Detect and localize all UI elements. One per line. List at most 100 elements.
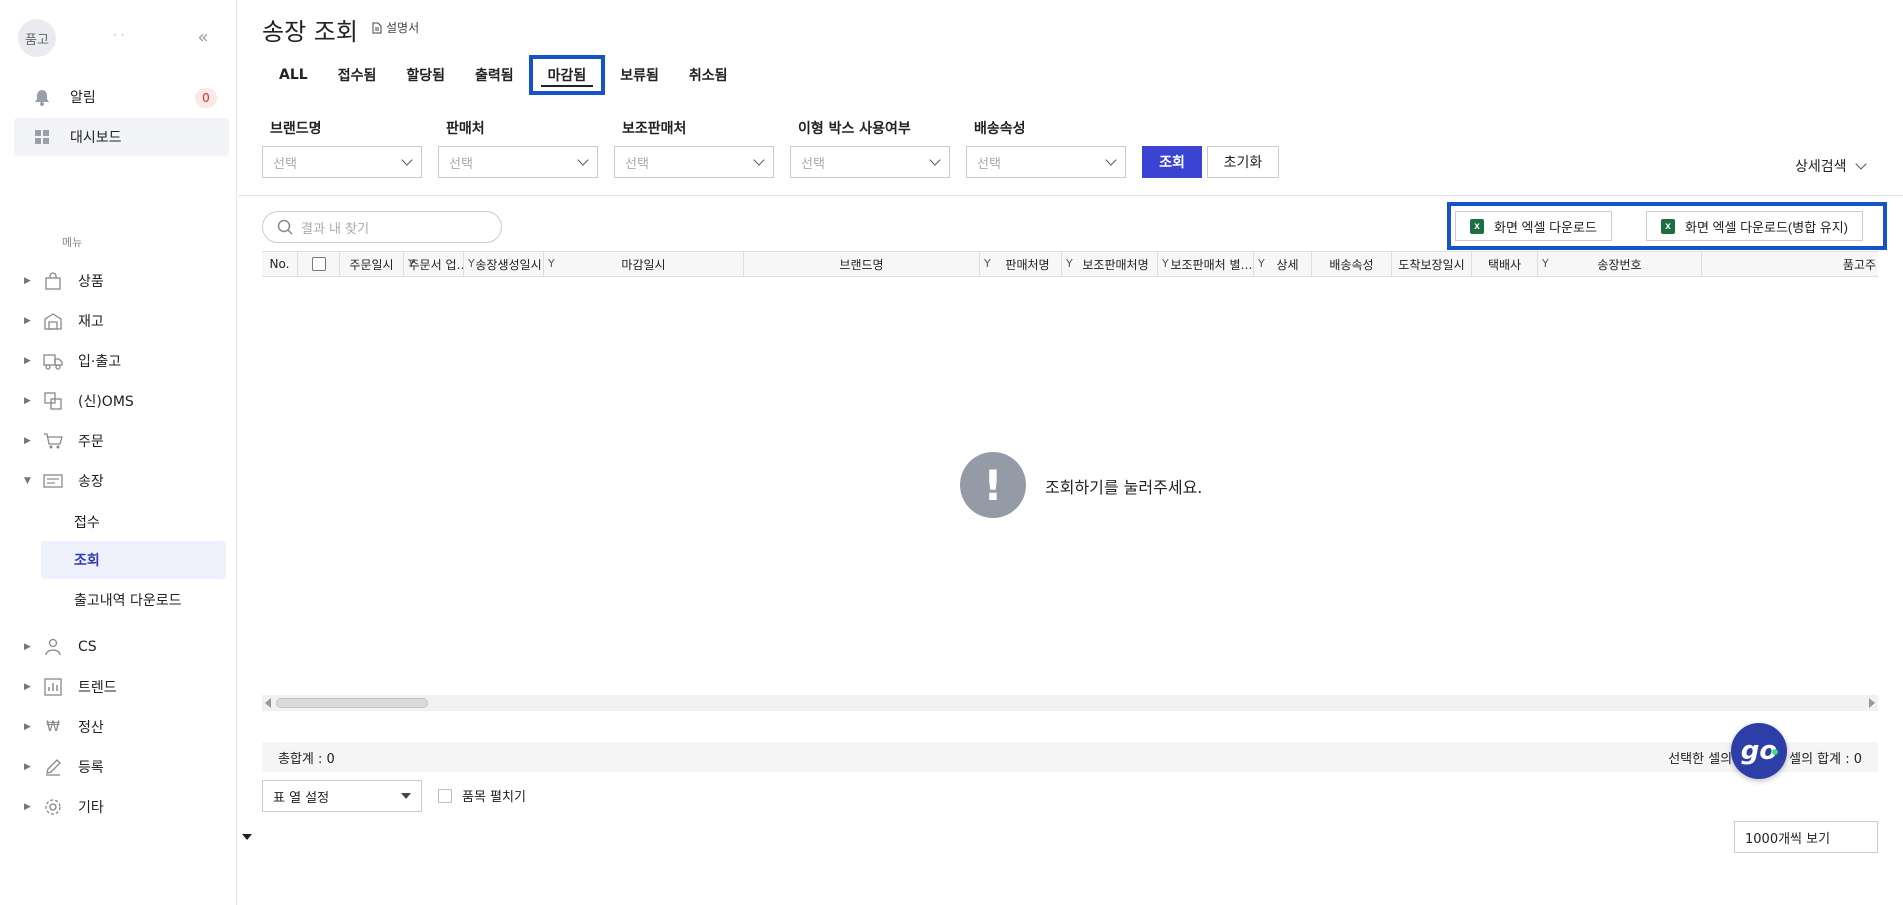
sidebar-item-dashboard[interactable]: 대시보드 (14, 118, 229, 156)
column-header-no[interactable]: No. (262, 252, 298, 276)
column-header-arrival-guarantee[interactable]: 도착보장일시 (1392, 252, 1472, 276)
horizontal-scrollbar[interactable] (262, 695, 1878, 711)
column-header-poomgo-code[interactable]: 품고주 (1702, 252, 1878, 276)
tab-allocated[interactable]: 할당됨 (391, 55, 460, 95)
column-header-sub-seller[interactable]: Y 보조판매처명 (1062, 252, 1158, 276)
select-placeholder: 선택 (801, 156, 825, 172)
filter-icon[interactable]: Y (1542, 257, 1549, 270)
scrollbar-thumb[interactable] (276, 698, 428, 708)
irregular-box-select[interactable]: 선택 (790, 146, 950, 178)
expand-items-toggle[interactable]: 품목 펼치기 (438, 786, 526, 805)
column-header-delivery-attribute[interactable]: 배송속성 (1312, 252, 1392, 276)
excel-download-button[interactable]: x 화면 엑셀 다운로드 (1455, 211, 1612, 241)
invoice-icon (42, 473, 64, 489)
tab-printed[interactable]: 출력됨 (460, 55, 529, 95)
sidebar-item-trend[interactable]: ▶ 트렌드 (0, 672, 236, 702)
brand-select[interactable]: 선택 (262, 146, 422, 178)
column-header-select-all (298, 252, 340, 276)
sidebar-subitem-receive[interactable]: 접수 (41, 503, 226, 541)
sidebar-item-products[interactable]: ▶ 상품 (0, 266, 236, 296)
cart-icon (42, 432, 64, 450)
sidebar: 품고 · · « 알림 0 대시보드 메뉴 ▶ 상품 ▶ 재고 ▶ 입·출고 ▶… (0, 0, 237, 905)
caret-down-icon (401, 793, 411, 799)
avatar[interactable]: 품고 (18, 19, 56, 57)
find-placeholder: 결과 내 찾기 (301, 221, 370, 237)
tab-all[interactable]: ALL (264, 55, 323, 95)
sidebar-item-etc[interactable]: ▶ 기타 (0, 792, 236, 822)
sidebar-item-notifications[interactable]: 알림 0 (14, 78, 229, 116)
caret-right-icon: ▶ (24, 396, 31, 406)
filter-label: 보조판매처 (622, 121, 687, 137)
search-icon (277, 219, 293, 235)
seller-select[interactable]: 선택 (438, 146, 598, 178)
sub-seller-select[interactable]: 선택 (614, 146, 774, 178)
column-header-courier[interactable]: 택배사 (1472, 252, 1538, 276)
manual-link[interactable]: 설명서 (372, 19, 419, 36)
sidebar-item-inventory[interactable]: ▶ 재고 (0, 306, 236, 336)
sidebar-item-orders[interactable]: ▶ 주문 (0, 426, 236, 456)
expand-items-label: 품목 펼치기 (462, 790, 526, 805)
column-header-label: No. (269, 257, 290, 271)
filter-sub-seller: 보조판매처 선택 (614, 118, 774, 178)
column-header-sub-seller-alias[interactable]: Y 보조판매처 별… (1158, 252, 1254, 276)
column-header-detail[interactable]: Y 상세 (1254, 252, 1312, 276)
column-header-closing-date[interactable]: Y 마감일시 (544, 252, 744, 276)
tab-cancelled[interactable]: 취소됨 (674, 55, 743, 95)
find-in-results-input[interactable]: 결과 내 찾기 (262, 211, 502, 243)
column-header-seller[interactable]: Y 판매처명 (980, 252, 1062, 276)
column-header-brand[interactable]: 브랜드명 (744, 252, 980, 276)
filter-icon[interactable]: Y (1066, 257, 1073, 270)
sidebar-item-inbound-outbound[interactable]: ▶ 입·출고 (0, 346, 236, 376)
select-placeholder: 선택 (449, 156, 473, 172)
sidebar-item-new-oms[interactable]: ▶ (신)OMS (0, 386, 236, 416)
sidebar-item-cs[interactable]: ▶ CS (0, 632, 236, 662)
caret-down-icon[interactable] (242, 834, 252, 840)
column-settings-label: 표 열 설정 (273, 790, 330, 806)
page-size-select[interactable]: 1000개씩 보기 (1734, 821, 1878, 853)
won-icon: ₩ (46, 719, 60, 735)
sidebar-item-invoice[interactable]: ▼ 송장 (0, 466, 236, 496)
column-header-label: 송장생성일시 (475, 257, 542, 272)
filter-icon[interactable]: Y (548, 257, 555, 270)
sidebar-item-label: 주문 (78, 434, 104, 450)
select-all-checkbox[interactable] (311, 257, 326, 271)
reset-button[interactable]: 초기화 (1207, 146, 1279, 178)
filter-icon[interactable]: Y (1162, 257, 1169, 270)
sidebar-item-label: CS (78, 639, 97, 655)
filter-icon[interactable]: Y (984, 257, 991, 270)
chevron-down-icon (753, 154, 765, 166)
filter-icon[interactable]: Y (468, 257, 475, 270)
excel-download-merged-button[interactable]: x 화면 엑셀 다운로드(병합 유지) (1646, 211, 1864, 241)
sidebar-subitem-search[interactable]: 조회 (41, 541, 226, 579)
column-settings-select[interactable]: 표 열 설정 (262, 780, 422, 812)
tab-received[interactable]: 접수됨 (323, 55, 392, 95)
filter-icon[interactable]: Y (408, 257, 415, 270)
column-header-invoice-number[interactable]: Y 송장번호 (1538, 252, 1702, 276)
scroll-left-arrow-icon[interactable] (265, 698, 271, 708)
detail-search-toggle[interactable]: 상세검색 (1795, 156, 1867, 176)
scroll-right-arrow-icon[interactable] (1869, 698, 1875, 708)
search-button[interactable]: 조회 (1142, 146, 1202, 178)
chevron-down-icon (401, 154, 413, 166)
filter-icon[interactable]: Y (1258, 257, 1265, 270)
column-header-label: 택배사 (1487, 257, 1522, 272)
excel-download-label: 화면 엑셀 다운로드 (1494, 219, 1597, 235)
sidebar-item-settlement[interactable]: ▶ ₩ 정산 (0, 712, 236, 742)
manual-label: 설명서 (386, 21, 420, 35)
caret-right-icon: ▶ (24, 682, 31, 692)
chat-bot-button[interactable]: go (1731, 723, 1787, 779)
column-header-invoice-created[interactable]: Y 송장생성일시 (464, 252, 544, 276)
page-title: 송장 조회 (262, 18, 358, 46)
column-header-order-upload[interactable]: Y 주문서 업… (404, 252, 464, 276)
delivery-attribute-select[interactable]: 선택 (966, 146, 1126, 178)
grid-header: No. 주문일시 Y 주문서 업… Y 송장생성일시 Y 마감일시 브랜드명 Y 판매처… (262, 251, 1878, 277)
sidebar-subitem-shipment-download[interactable]: 출고내역 다운로드 (41, 581, 226, 619)
expand-items-checkbox[interactable] (438, 788, 452, 803)
tab-closed[interactable]: 마감됨 (528, 55, 606, 95)
tab-held[interactable]: 보류됨 (605, 55, 674, 95)
double-chevron-left-icon[interactable]: « (193, 28, 213, 48)
sidebar-item-register[interactable]: ▶ 등록 (0, 752, 236, 782)
column-header-label: 송장번호 (1597, 257, 1642, 272)
filter-label: 이형 박스 사용여부 (798, 121, 911, 137)
column-header-order-date[interactable]: 주문일시 (340, 252, 404, 276)
